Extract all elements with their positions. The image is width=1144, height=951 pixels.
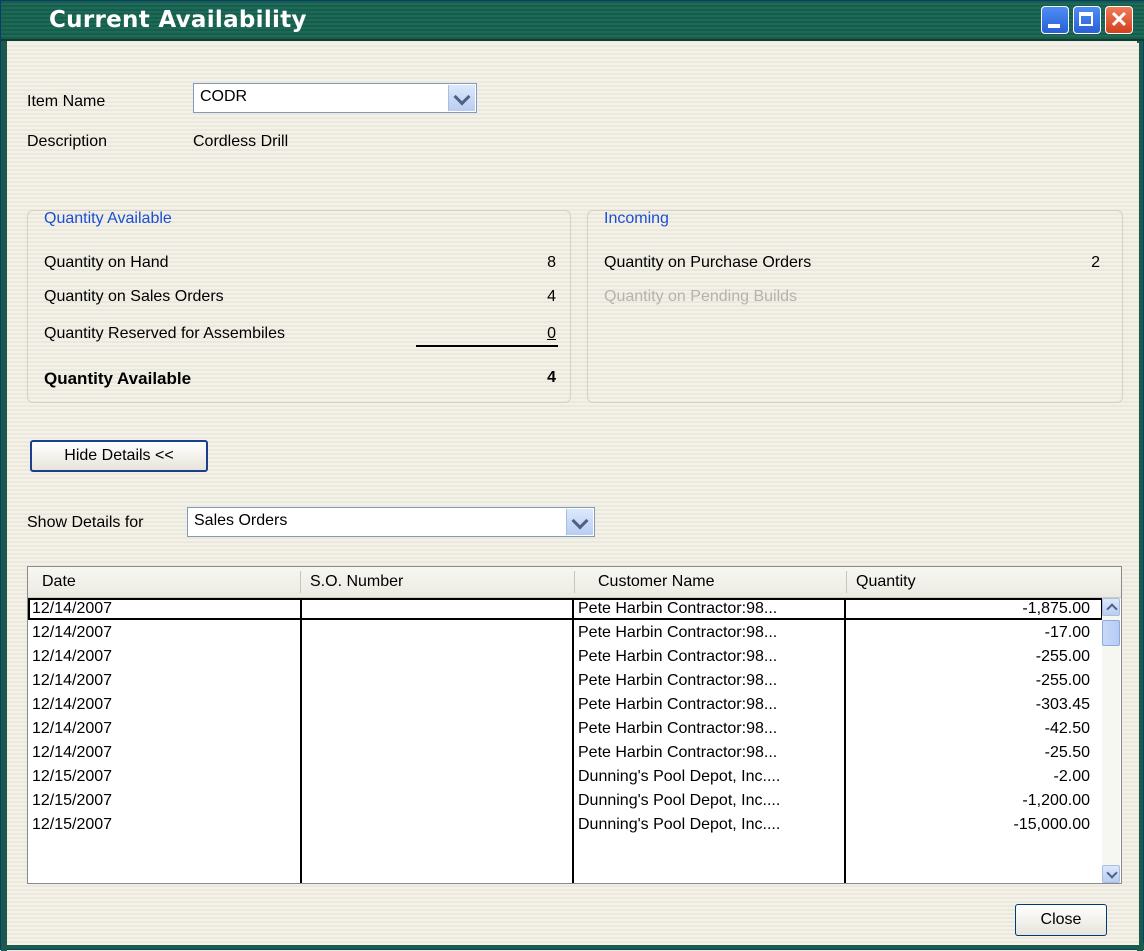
cell-quantity: -42.50 — [1044, 720, 1090, 737]
quantity-available-group-title: Quantity Available — [44, 210, 172, 227]
on-sales-orders-value: 4 — [547, 288, 556, 305]
close-window-button[interactable]: ✕ — [1105, 6, 1133, 34]
description-value: Cordless Drill — [193, 133, 289, 150]
maximize-icon — [1079, 12, 1093, 26]
column-separator[interactable] — [300, 571, 301, 593]
quantity-available-group: Quantity Available Quantity on Hand 8 Qu… — [27, 210, 571, 403]
item-name-combo[interactable]: CODR — [193, 83, 477, 113]
cell-quantity: -255.00 — [1035, 672, 1090, 689]
show-details-value: Sales Orders — [194, 512, 288, 529]
cell-quantity: -1,875.00 — [1022, 600, 1090, 617]
vertical-scrollbar[interactable] — [1102, 598, 1120, 883]
cell-customer-name: Pete Harbin Contractor:98... — [578, 600, 778, 617]
on-hand-label: Quantity on Hand — [44, 254, 169, 271]
item-name-value: CODR — [200, 88, 248, 105]
cell-date: 12/15/2007 — [32, 792, 113, 809]
cell-quantity: -1,200.00 — [1022, 792, 1090, 809]
cell-customer-name: Pete Harbin Contractor:98... — [578, 720, 778, 737]
cell-date: 12/14/2007 — [32, 744, 113, 761]
cell-customer-name: Dunning's Pool Depot, Inc.... — [578, 816, 781, 833]
cell-quantity: -255.00 — [1035, 648, 1090, 665]
column-header-quantity[interactable]: Quantity — [856, 573, 916, 591]
item-name-label: Item Name — [27, 93, 106, 110]
dialog-body: Item Name CODR Description Cordless Dril… — [7, 43, 1139, 945]
chevron-down-icon — [453, 88, 471, 106]
incoming-group: Incoming Quantity on Purchase Orders 2 Q… — [587, 210, 1123, 403]
cell-customer-name: Pete Harbin Contractor:98... — [578, 648, 778, 665]
cell-date: 12/14/2007 — [32, 696, 113, 713]
item-name-dropdown-button[interactable] — [448, 85, 475, 111]
cell-date: 12/14/2007 — [32, 600, 113, 617]
window-title: Current Availability — [49, 7, 307, 33]
title-bar[interactable]: Current Availability ✕ — [1, 1, 1144, 41]
chevron-up-icon — [1106, 603, 1118, 615]
column-separator[interactable] — [846, 571, 847, 593]
table-row[interactable]: 12/15/2007 Dunning's Pool Depot, Inc.... -… — [28, 814, 1103, 838]
chevron-down-icon — [571, 512, 589, 530]
minimize-button[interactable] — [1041, 6, 1069, 34]
cell-quantity: -25.50 — [1044, 744, 1090, 761]
cell-quantity: -303.45 — [1035, 696, 1090, 713]
cell-date: 12/15/2007 — [32, 768, 113, 785]
available-label: Quantity Available — [44, 369, 192, 388]
on-hand-value: 8 — [547, 254, 556, 271]
table-row[interactable]: 12/15/2007 Dunning's Pool Depot, Inc.... -… — [28, 766, 1103, 790]
sales-orders-table[interactable]: Date S.O. Number Customer Name Quantity … — [27, 566, 1122, 884]
purchase-orders-value: 2 — [1091, 254, 1100, 271]
show-details-dropdown-button[interactable] — [566, 509, 593, 535]
minimize-icon — [1048, 24, 1060, 28]
table-row[interactable]: 12/14/2007 Pete Harbin Contractor:98... -3… — [28, 694, 1103, 718]
cell-date: 12/14/2007 — [32, 672, 113, 689]
table-row[interactable]: 12/14/2007 Pete Harbin Contractor:98... -1… — [28, 622, 1103, 646]
scroll-thumb[interactable] — [1102, 620, 1120, 646]
cell-date: 12/15/2007 — [32, 816, 113, 833]
cell-customer-name: Pete Harbin Contractor:98... — [578, 672, 778, 689]
table-row[interactable]: 12/14/2007 Pete Harbin Contractor:98... -4… — [28, 718, 1103, 742]
column-header-date[interactable]: Date — [42, 573, 76, 591]
reserved-label: Quantity Reserved for Assembiles — [44, 325, 285, 342]
cell-customer-name: Pete Harbin Contractor:98... — [578, 744, 778, 761]
cell-quantity: -2.00 — [1053, 768, 1090, 785]
on-sales-orders-label: Quantity on Sales Orders — [44, 288, 224, 305]
show-details-label: Show Details for — [27, 514, 144, 531]
cell-date: 12/14/2007 — [32, 648, 113, 665]
table-row[interactable]: 12/14/2007 Pete Harbin Contractor:98... -2… — [28, 742, 1103, 766]
column-separator[interactable] — [574, 571, 575, 593]
column-header-customer-name[interactable]: Customer Name — [598, 573, 714, 591]
available-value: 4 — [547, 369, 556, 386]
scroll-down-button[interactable] — [1102, 865, 1120, 883]
purchase-orders-label: Quantity on Purchase Orders — [604, 254, 812, 271]
table-row[interactable]: 12/14/2007 Pete Harbin Contractor:98... -2… — [28, 670, 1103, 694]
cell-customer-name: Pete Harbin Contractor:98... — [578, 624, 778, 641]
hide-details-button[interactable]: Hide Details << — [30, 440, 208, 472]
total-underline — [416, 345, 558, 347]
scroll-up-button[interactable] — [1102, 598, 1120, 616]
table-header: Date S.O. Number Customer Name Quantity — [28, 567, 1121, 598]
close-button[interactable]: Close — [1015, 904, 1107, 936]
incoming-group-title: Incoming — [604, 210, 669, 227]
column-header-so-number[interactable]: S.O. Number — [310, 573, 403, 591]
cell-customer-name: Dunning's Pool Depot, Inc.... — [578, 792, 781, 809]
cell-quantity: -15,000.00 — [1013, 816, 1090, 833]
cell-date: 12/14/2007 — [32, 624, 113, 641]
cell-quantity: -17.00 — [1044, 624, 1090, 641]
reserved-value: 0 — [547, 325, 556, 342]
description-label: Description — [27, 133, 108, 150]
chevron-down-icon — [1106, 867, 1118, 879]
current-availability-window: Current Availability ✕ Item Name CODR De… — [0, 0, 1144, 951]
cell-customer-name: Dunning's Pool Depot, Inc.... — [578, 768, 781, 785]
table-row[interactable]: 12/14/2007 Pete Harbin Contractor:98... -1… — [28, 598, 1103, 622]
maximize-button[interactable] — [1073, 6, 1101, 34]
cell-customer-name: Pete Harbin Contractor:98... — [578, 696, 778, 713]
table-row[interactable]: 12/15/2007 Dunning's Pool Depot, Inc.... -… — [28, 790, 1103, 814]
close-icon: ✕ — [1109, 7, 1129, 32]
show-details-combo[interactable]: Sales Orders — [187, 507, 595, 537]
cell-date: 12/14/2007 — [32, 720, 113, 737]
table-row[interactable]: 12/14/2007 Pete Harbin Contractor:98... -2… — [28, 646, 1103, 670]
pending-builds-label: Quantity on Pending Builds — [604, 288, 798, 305]
